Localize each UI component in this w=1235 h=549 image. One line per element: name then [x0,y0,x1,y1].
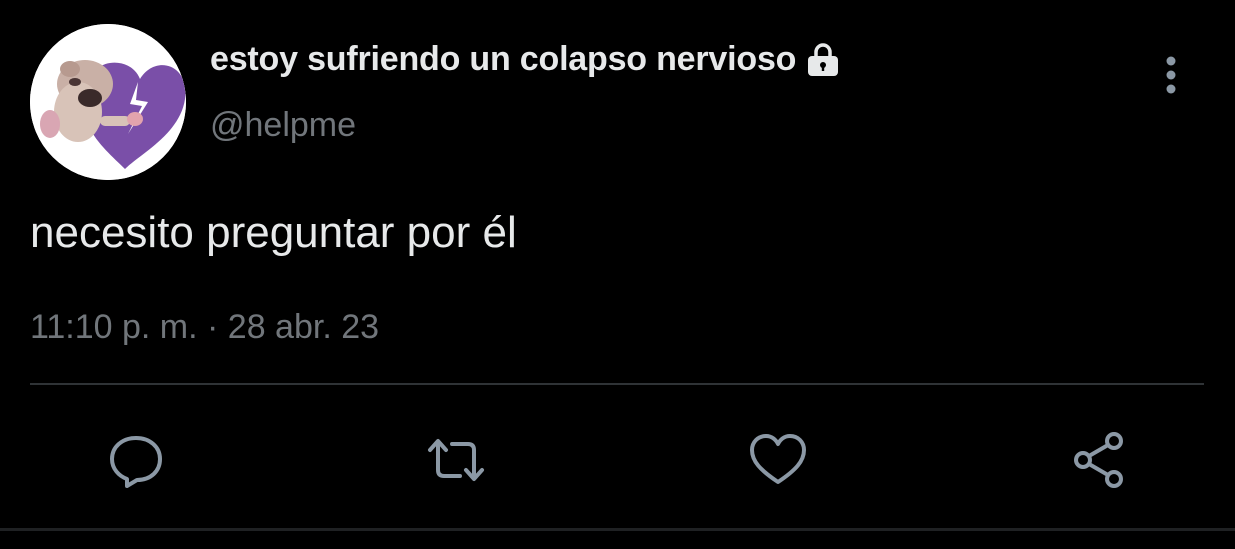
heart-icon [750,434,806,484]
bottom-divider [0,528,1235,531]
more-vertical-icon [1166,56,1176,94]
reply-icon [110,436,162,488]
share-icon [1074,432,1123,488]
tweet-timestamp[interactable]: 11:10 p. m. · 28 abr. 23 [30,308,379,347]
author-display-name-row[interactable]: estoy sufriendo un colapso nervioso [210,40,842,79]
share-button[interactable] [1068,428,1132,492]
avatar[interactable] [30,24,186,180]
divider [30,383,1204,385]
retweet-icon [428,439,484,481]
like-button[interactable] [746,428,810,492]
author-display-name[interactable]: estoy sufriendo un colapso nervioso [210,40,796,79]
more-options-button[interactable] [1150,52,1192,98]
reply-button[interactable] [104,428,168,492]
tweet-text: necesito preguntar por él [30,208,517,257]
author-handle[interactable]: @helpme [210,106,356,145]
retweet-button[interactable] [424,428,488,492]
avatar-image [30,24,186,180]
lock-icon [804,41,842,79]
